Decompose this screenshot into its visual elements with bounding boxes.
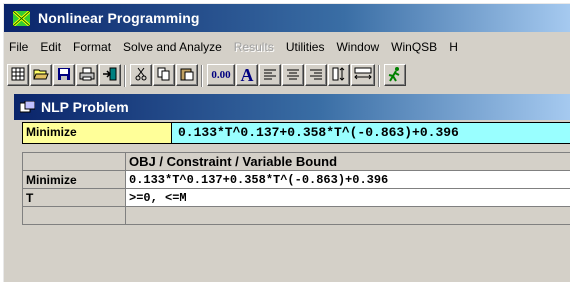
decimal-format-button[interactable]: 0.00 (207, 64, 235, 86)
app-window: Nonlinear Programming File Edit Format S… (3, 3, 570, 282)
menu-winqsb[interactable]: WinQSB (385, 40, 443, 54)
cut-button[interactable] (130, 64, 152, 86)
font-label: A (241, 66, 254, 84)
objective-label: Minimize (22, 122, 172, 144)
row-height-icon (332, 67, 346, 84)
table-row (23, 207, 570, 225)
menu-utilities[interactable]: Utilities (280, 40, 331, 54)
menu-file[interactable]: File (4, 40, 34, 54)
copy-icon (157, 67, 171, 84)
menu-bar: File Edit Format Solve and Analyze Resul… (4, 37, 570, 57)
align-right-button[interactable] (305, 64, 327, 86)
exit-door-icon (102, 67, 118, 84)
problem-window-icon (20, 101, 35, 113)
problem-window-title: NLP Problem (41, 99, 129, 115)
objective-cell[interactable]: 0.133*T^0.137+0.358*T^(-0.863)+0.396 (126, 171, 570, 189)
menu-format[interactable]: Format (67, 40, 117, 54)
toolbar-separator (124, 65, 126, 87)
corner-cell (23, 153, 126, 171)
variable-bound-cell[interactable]: >=0, <=M (126, 189, 570, 207)
save-button[interactable] (53, 64, 75, 86)
table-header-row: OBJ / Constraint / Variable Bound (23, 153, 570, 171)
row-header: T (23, 189, 126, 207)
toolbar-separator (378, 65, 380, 87)
font-button[interactable]: A (236, 64, 258, 86)
column-width-button[interactable] (351, 64, 375, 86)
child-title-bar[interactable]: NLP Problem (14, 94, 570, 120)
model-table: OBJ / Constraint / Variable Bound Minimi… (22, 152, 570, 225)
copy-button[interactable] (153, 64, 175, 86)
solve-button[interactable] (384, 64, 406, 86)
menu-help[interactable]: H (443, 40, 464, 54)
align-center-button[interactable] (282, 64, 304, 86)
new-problem-button[interactable] (7, 64, 29, 86)
toolbar: 0.00 A (4, 59, 570, 93)
align-right-icon (309, 68, 323, 83)
folder-open-icon (33, 67, 49, 84)
running-man-icon (387, 66, 403, 85)
print-button[interactable] (76, 64, 98, 86)
exit-button[interactable] (99, 64, 121, 86)
window-title: Nonlinear Programming (38, 10, 200, 26)
title-bar[interactable]: Nonlinear Programming (4, 4, 570, 32)
table-row: Minimize 0.133*T^0.137+0.358*T^(-0.863)+… (23, 171, 570, 189)
scissors-icon (134, 67, 148, 84)
decimal-format-label: 0.00 (211, 69, 230, 81)
align-left-icon (263, 68, 277, 83)
column-header[interactable]: OBJ / Constraint / Variable Bound (126, 153, 570, 171)
menu-edit[interactable]: Edit (34, 40, 67, 54)
menu-solve-and-analyze[interactable]: Solve and Analyze (117, 40, 228, 54)
menu-results[interactable]: Results (228, 40, 280, 54)
menu-window[interactable]: Window (330, 40, 385, 54)
objective-summary-bar: Minimize 0.133*T^0.137+0.358*T^(-0.863)+… (22, 122, 570, 144)
printer-icon (79, 67, 95, 84)
app-logo-icon (13, 11, 30, 26)
objective-expression-display[interactable]: 0.133*T^0.137+0.358*T^(-0.863)+0.396 (172, 122, 570, 144)
toolbar-separator (201, 65, 203, 87)
column-width-icon (354, 67, 372, 84)
empty-cell[interactable] (126, 207, 570, 225)
open-button[interactable] (30, 64, 52, 86)
grid-icon (11, 67, 25, 84)
table-row: T >=0, <=M (23, 189, 570, 207)
floppy-icon (57, 67, 71, 84)
row-header (23, 207, 126, 225)
align-left-button[interactable] (259, 64, 281, 86)
row-header: Minimize (23, 171, 126, 189)
clipboard-icon (180, 67, 194, 84)
nlp-problem-window: NLP Problem Minimize 0.133*T^0.137+0.358… (14, 94, 570, 282)
paste-button[interactable] (176, 64, 198, 86)
row-height-button[interactable] (328, 64, 350, 86)
align-center-icon (286, 68, 300, 83)
